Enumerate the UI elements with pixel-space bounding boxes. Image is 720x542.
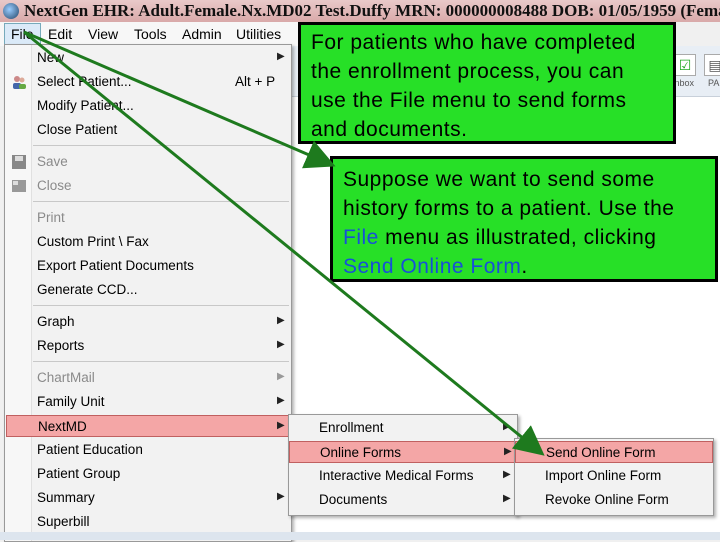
inbox-icon[interactable]: ☑ xyxy=(674,54,696,76)
menu-item-save: Save xyxy=(5,151,291,173)
menu-item-export-patient-documents[interactable]: Export Patient Documents xyxy=(5,255,291,277)
menu-view[interactable]: View xyxy=(88,26,118,42)
menu-separator xyxy=(33,145,289,146)
menu-edit[interactable]: Edit xyxy=(48,26,72,42)
menu-file[interactable]: File xyxy=(4,23,41,45)
menu-item-new[interactable]: New ▶ xyxy=(5,47,291,69)
callout-text-part2: menu as illustrated, clicking xyxy=(378,226,657,249)
chevron-right-icon: ▶ xyxy=(277,315,285,326)
menu-separator xyxy=(33,201,289,202)
menu-item-enrollment[interactable]: Enrollment ▶ xyxy=(289,417,517,439)
callout-send-highlight: Send Online Form xyxy=(343,255,522,278)
callout-text-part1: Suppose we want to send some history for… xyxy=(343,168,675,220)
chevron-right-icon: ▶ xyxy=(277,51,285,62)
users-icon xyxy=(11,74,27,90)
menu-item-select-patient[interactable]: Select Patient... Alt + P xyxy=(5,71,291,93)
status-bar xyxy=(0,532,720,540)
menu-item-print: Print xyxy=(37,210,65,225)
menu-item-import-online-form[interactable]: Import Online Form xyxy=(515,465,713,487)
menu-item-graph[interactable]: Graph ▶ xyxy=(5,311,291,333)
menu-admin[interactable]: Admin xyxy=(182,26,222,42)
menu-item-superbill[interactable]: Superbill xyxy=(5,511,291,533)
instruction-callout-send-form: Suppose we want to send some history for… xyxy=(330,156,718,282)
save-icon xyxy=(11,154,27,170)
select-patient-shortcut: Alt + P xyxy=(235,74,276,89)
menu-item-patient-education[interactable]: Patient Education xyxy=(5,439,291,461)
menu-item-custom-print-fax[interactable]: Custom Print \ Fax xyxy=(5,231,291,253)
file-menu: New ▶ Select Patient... Alt + P Modify Pat… xyxy=(4,44,292,542)
menu-item-modify-patient[interactable]: Modify Patient... xyxy=(5,95,291,117)
chevron-right-icon: ▶ xyxy=(277,420,285,431)
menu-item-documents[interactable]: Documents ▶ xyxy=(289,489,517,511)
app-icon xyxy=(3,3,19,19)
menu-item-summary[interactable]: Summary ▶ xyxy=(5,487,291,509)
chevron-right-icon: ▶ xyxy=(503,469,511,480)
menu-bar: File Edit View Tools Admin Utilities xyxy=(0,22,300,46)
chevron-right-icon: ▶ xyxy=(503,421,511,432)
menu-separator xyxy=(33,305,289,306)
nextmd-submenu: Enrollment ▶ Online Forms ▶ Interactive Me… xyxy=(288,414,518,516)
close-doc-icon xyxy=(11,178,27,194)
callout-file-highlight: File xyxy=(343,226,379,249)
callout-enrollment-text: For patients who have completed the enro… xyxy=(311,31,636,141)
menu-item-close: Close xyxy=(5,175,291,197)
menu-item-family-unit[interactable]: Family Unit ▶ xyxy=(5,391,291,413)
chevron-right-icon: ▶ xyxy=(277,491,285,502)
menu-item-close-patient[interactable]: Close Patient xyxy=(5,119,291,141)
online-forms-submenu: Send Online Form Import Online Form Revo… xyxy=(514,438,714,516)
pa-label: PA xyxy=(708,78,720,88)
window-title: NextGen EHR: Adult.Female.Nx.MD02 Test.D… xyxy=(24,1,720,20)
menu-item-reports[interactable]: Reports ▶ xyxy=(5,335,291,357)
menu-utilities[interactable]: Utilities xyxy=(236,26,281,42)
menu-separator xyxy=(33,361,289,362)
instruction-callout-enrollment: For patients who have completed the enro… xyxy=(298,22,676,144)
pa-icon[interactable]: ▤ xyxy=(704,54,720,76)
menu-item-revoke-online-form[interactable]: Revoke Online Form xyxy=(515,489,713,511)
chevron-right-icon: ▶ xyxy=(277,339,285,350)
chevron-right-icon: ▶ xyxy=(503,493,511,504)
menu-item-chartmail: ChartMail ▶ xyxy=(37,370,285,385)
chevron-right-icon: ▶ xyxy=(277,371,285,382)
title-bar: NextGen EHR: Adult.Female.Nx.MD02 Test.D… xyxy=(0,0,720,22)
chevron-right-icon: ▶ xyxy=(277,395,285,406)
chevron-right-icon: ▶ xyxy=(504,446,512,457)
menu-item-online-forms[interactable]: Online Forms ▶ xyxy=(289,441,517,463)
menu-item-interactive-medical-forms[interactable]: Interactive Medical Forms ▶ xyxy=(289,465,517,487)
menu-item-patient-group[interactable]: Patient Group xyxy=(5,463,291,485)
callout-text-part3: . xyxy=(521,255,528,278)
menu-item-nextmd[interactable]: NextMD ▶ xyxy=(6,415,289,437)
menu-tools[interactable]: Tools xyxy=(134,26,167,42)
menu-item-send-online-form[interactable]: Send Online Form xyxy=(515,441,713,463)
menu-item-generate-ccd[interactable]: Generate CCD... xyxy=(5,279,291,301)
